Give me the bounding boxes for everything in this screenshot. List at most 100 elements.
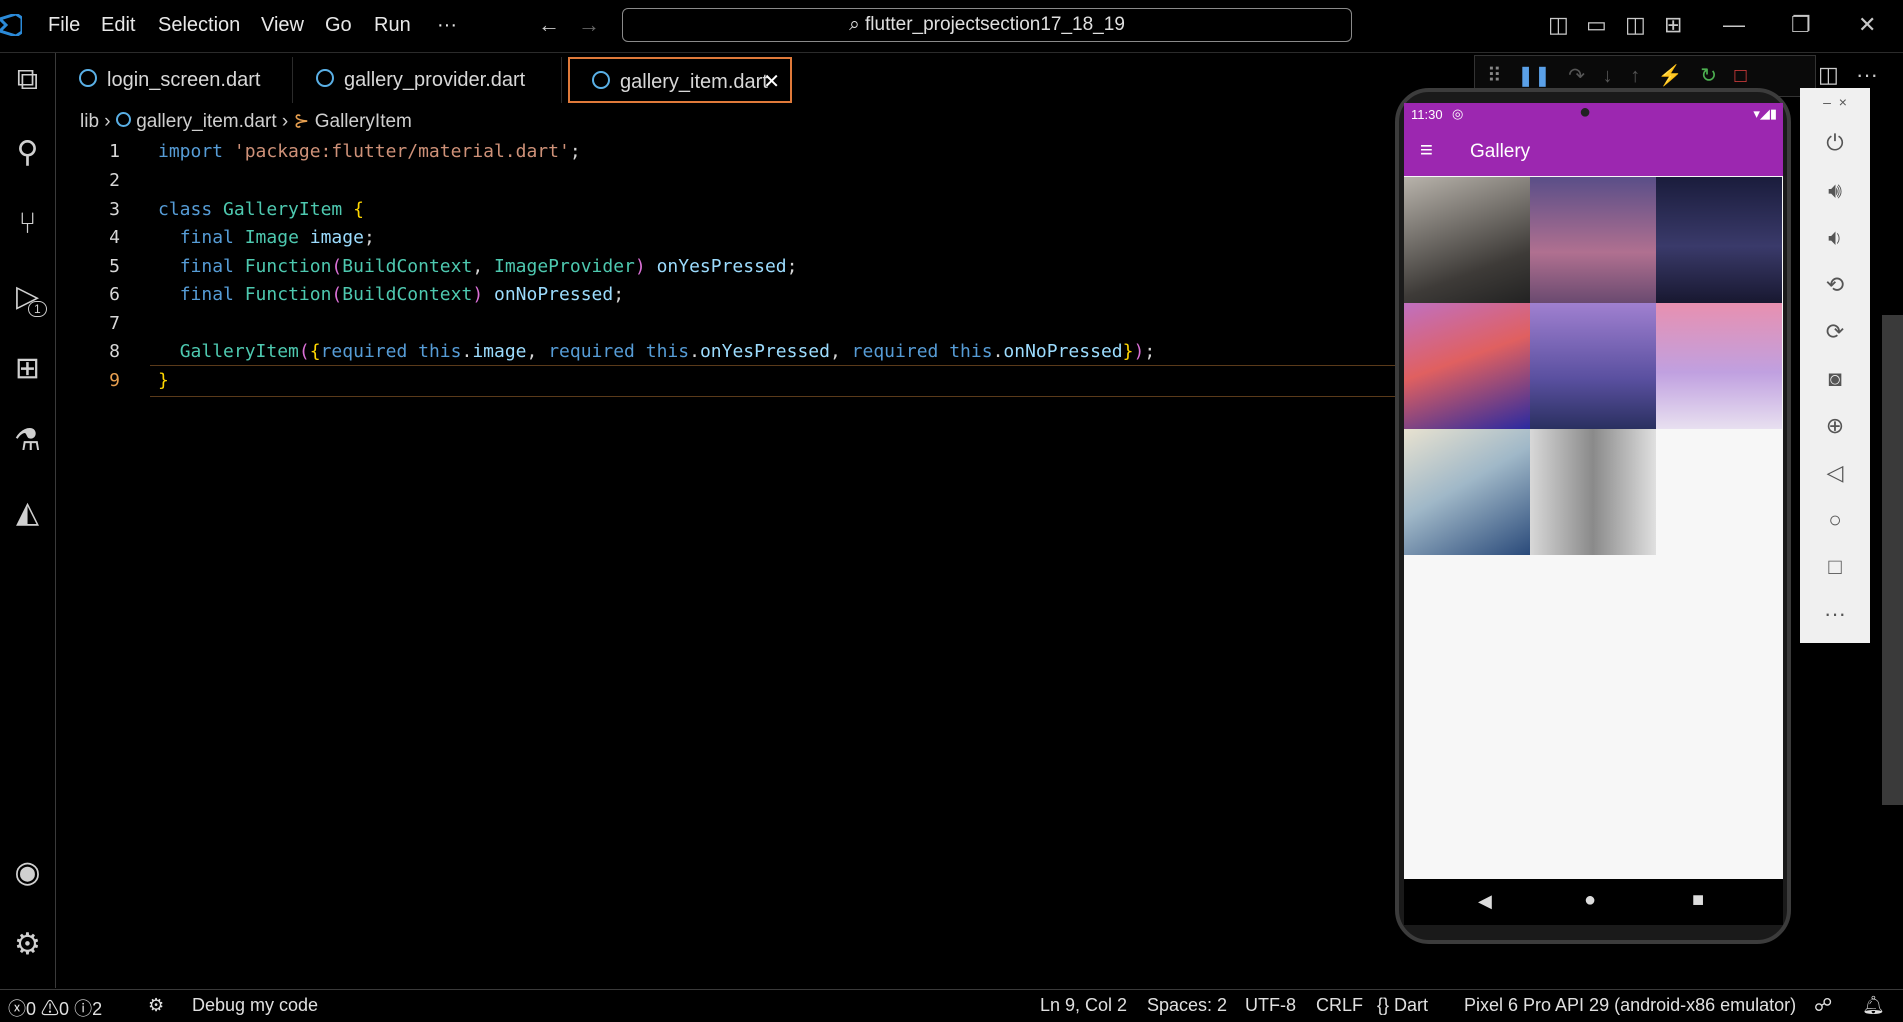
notifications-bell-icon[interactable]: 🔔︎ bbox=[1862, 995, 1885, 1016]
testing-icon[interactable]: ⚗ bbox=[0, 423, 55, 458]
screenshot-icon[interactable]: ◙ bbox=[1800, 366, 1870, 392]
more-icon[interactable]: ··· bbox=[1800, 601, 1870, 627]
nav-home-icon[interactable]: ● bbox=[1584, 889, 1596, 912]
tab-label: gallery_provider.dart bbox=[344, 69, 526, 91]
step-over-icon[interactable]: ↷ bbox=[1568, 65, 1585, 87]
stop-icon[interactable]: □ bbox=[1735, 65, 1747, 87]
error-count: 0 bbox=[26, 999, 37, 1019]
gallery-image[interactable] bbox=[1656, 177, 1782, 303]
step-into-icon[interactable]: ↓ bbox=[1603, 65, 1613, 87]
volume-down-icon[interactable]: 🔉︎ bbox=[1800, 225, 1870, 251]
zoom-icon[interactable]: ⊕ bbox=[1800, 413, 1870, 439]
restore-icon[interactable]: ❐ bbox=[1791, 12, 1811, 38]
menu-view[interactable]: View bbox=[261, 14, 304, 37]
accounts-icon[interactable]: ◉ bbox=[0, 855, 55, 890]
pause-icon[interactable]: ❚❚ bbox=[1517, 65, 1551, 87]
minimize-icon[interactable]: — bbox=[1723, 12, 1745, 38]
rotate-left-icon[interactable]: ⟲ bbox=[1800, 272, 1870, 298]
line-ending[interactable]: CRLF bbox=[1316, 995, 1363, 1016]
dart-file-icon bbox=[115, 112, 131, 127]
customize-layout-icon[interactable]: ⊞ bbox=[1664, 12, 1682, 38]
menu-go[interactable]: Go bbox=[325, 14, 352, 37]
tab-gallery-provider[interactable]: gallery_provider.dart bbox=[294, 57, 562, 103]
toggle-secondary-sidebar-icon[interactable]: ◫ bbox=[1625, 12, 1646, 38]
gallery-image[interactable] bbox=[1530, 177, 1656, 303]
home-icon[interactable]: ○ bbox=[1800, 507, 1870, 533]
gallery-image[interactable] bbox=[1404, 429, 1530, 555]
menu-run[interactable]: Run bbox=[374, 14, 411, 37]
code-line-4[interactable]: final Image image; bbox=[158, 227, 375, 248]
line-number: 4 bbox=[109, 227, 120, 248]
gallery-image[interactable] bbox=[1530, 429, 1656, 555]
close-window-icon[interactable]: ✕ bbox=[1858, 12, 1876, 38]
indentation[interactable]: Spaces: 2 bbox=[1147, 995, 1227, 1016]
run-debug-badge: 1 bbox=[28, 301, 47, 317]
restart-icon[interactable]: ↻ bbox=[1700, 65, 1717, 87]
breadcrumb-symbol[interactable]: GalleryItem bbox=[315, 111, 412, 132]
tab-gallery-item[interactable]: gallery_item.dart ✕ bbox=[568, 57, 792, 103]
activity-bar: ⧉ ⚲ ⑂ ▷ 1 ⊞ ⚗ ◭ ◉ ⚙ bbox=[0, 53, 56, 988]
code-line-3[interactable]: class GalleryItem { bbox=[158, 199, 364, 220]
toggle-panel-icon[interactable]: ▭ bbox=[1586, 12, 1607, 38]
gallery-image[interactable] bbox=[1530, 303, 1656, 429]
step-out-icon[interactable]: ↑ bbox=[1630, 65, 1640, 87]
forward-arrow-icon[interactable]: → bbox=[578, 12, 600, 38]
gallery-image[interactable] bbox=[1656, 303, 1782, 429]
language-label: Dart bbox=[1394, 995, 1429, 1015]
dart-file-icon bbox=[79, 69, 97, 87]
settings-gear-icon[interactable]: ⚙ bbox=[0, 927, 55, 962]
command-center-search[interactable]: ⌕ flutter_projectsection17_18_19 bbox=[622, 8, 1352, 42]
vscode-logo-icon bbox=[0, 14, 22, 36]
overview-icon[interactable]: □ bbox=[1800, 554, 1870, 580]
code-line-6[interactable]: final Function(BuildContext) onNoPressed… bbox=[158, 284, 624, 305]
more-actions-icon[interactable]: ··· bbox=[1856, 62, 1878, 88]
menu-file[interactable]: File bbox=[48, 14, 80, 37]
device-selector[interactable]: Pixel 6 Pro API 29 (android-x86 emulator… bbox=[1464, 995, 1796, 1016]
breadcrumb: lib › gallery_item.dart › ⊱ GalleryItem bbox=[80, 110, 412, 133]
menu-more[interactable]: ··· bbox=[437, 14, 457, 37]
nav-back-icon[interactable]: ◀ bbox=[1478, 891, 1492, 912]
menu-selection[interactable]: Selection bbox=[158, 14, 240, 37]
gallery-image[interactable] bbox=[1404, 177, 1530, 303]
toggle-primary-sidebar-icon[interactable]: ◫ bbox=[1548, 12, 1569, 38]
nav-recents-icon[interactable]: ■ bbox=[1692, 889, 1704, 912]
drag-handle-icon[interactable]: ⠿ bbox=[1487, 65, 1502, 87]
emulator-screen[interactable]: 11:30 ◎ ● ▾◢▮ ≡ Gallery bbox=[1404, 103, 1783, 879]
error-icon: ⓧ bbox=[8, 999, 26, 1019]
feedback-icon[interactable]: ☍ bbox=[1814, 995, 1832, 1016]
menu-edit[interactable]: Edit bbox=[101, 14, 135, 37]
breadcrumb-file[interactable]: gallery_item.dart bbox=[136, 111, 276, 132]
hamburger-menu-icon[interactable]: ≡ bbox=[1420, 137, 1433, 163]
language-mode[interactable]: {} Dart bbox=[1377, 995, 1428, 1016]
debug-config[interactable]: Debug my code bbox=[192, 995, 318, 1016]
run-debug-icon[interactable]: ▷ 1 bbox=[0, 279, 55, 317]
volume-up-icon[interactable]: 🔊︎ bbox=[1800, 178, 1870, 204]
back-arrow-icon[interactable]: ← bbox=[538, 12, 560, 38]
encoding[interactable]: UTF-8 bbox=[1245, 995, 1296, 1016]
close-tab-icon[interactable]: ✕ bbox=[763, 59, 780, 105]
explorer-icon[interactable]: ⧉ bbox=[0, 63, 55, 97]
tab-login-screen[interactable]: login_screen.dart bbox=[57, 57, 293, 103]
extensions-icon[interactable]: ⊞ bbox=[0, 351, 55, 386]
debug-launch-icon[interactable]: ⚙ bbox=[148, 995, 164, 1016]
back-icon[interactable]: ◁ bbox=[1800, 460, 1870, 486]
line-number: 2 bbox=[109, 170, 120, 191]
source-control-icon[interactable]: ⑂ bbox=[0, 207, 55, 241]
search-icon[interactable]: ⚲ bbox=[0, 135, 55, 170]
code-line-8[interactable]: GalleryItem({required this.image, requir… bbox=[158, 341, 1155, 362]
hot-reload-icon[interactable]: ⚡ bbox=[1658, 65, 1683, 87]
rotate-right-icon[interactable]: ⟳ bbox=[1800, 319, 1870, 345]
flutter-icon[interactable]: ◭ bbox=[0, 495, 55, 530]
info-count: 2 bbox=[92, 999, 103, 1019]
editor-scrollbar[interactable] bbox=[1882, 315, 1903, 805]
code-line-1[interactable]: import 'package:flutter/material.dart'; bbox=[158, 141, 581, 162]
gallery-image[interactable] bbox=[1404, 303, 1530, 429]
cursor-position[interactable]: Ln 9, Col 2 bbox=[1040, 995, 1127, 1016]
code-line-5[interactable]: final Function(BuildContext, ImageProvid… bbox=[158, 256, 798, 277]
breadcrumb-folder[interactable]: lib bbox=[80, 111, 99, 132]
problems-indicator[interactable]: ⓧ0 ⚠0 ⓘ2 bbox=[8, 995, 102, 1021]
code-line-9[interactable]: } bbox=[158, 370, 169, 391]
power-icon[interactable]: ⏻ bbox=[1800, 130, 1870, 156]
split-editor-icon[interactable]: ◫ bbox=[1818, 62, 1839, 88]
emulator-window-controls[interactable]: – × bbox=[1800, 94, 1870, 110]
